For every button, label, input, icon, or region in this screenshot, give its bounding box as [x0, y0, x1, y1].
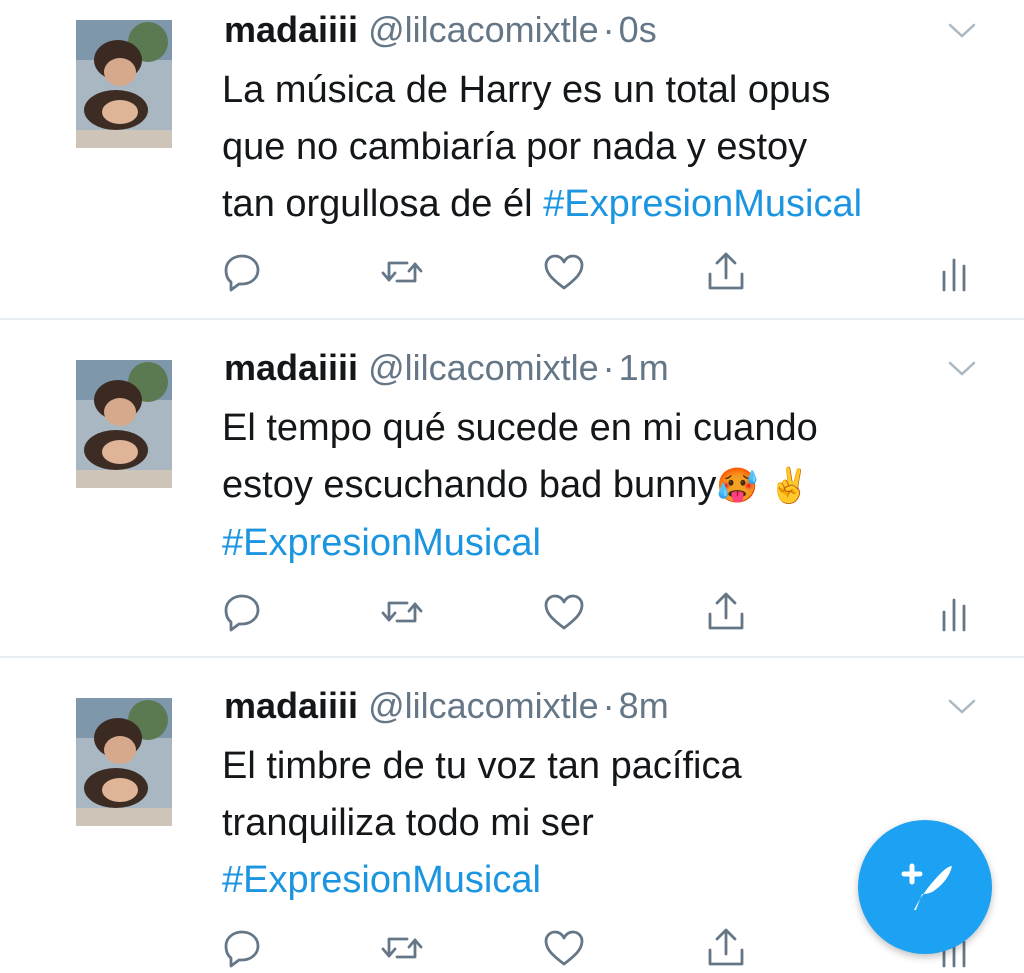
analytics-icon [942, 598, 966, 632]
display-name[interactable]: madaiiii [224, 685, 358, 726]
reply-icon [224, 930, 260, 968]
share-icon [708, 928, 744, 966]
analytics-icon [942, 258, 966, 292]
handle[interactable]: @lilcacomixtle [368, 9, 599, 50]
display-name[interactable]: madaiiii [224, 347, 358, 388]
reply-icon [224, 594, 260, 632]
handle[interactable]: @lilcacomixtle [368, 685, 599, 726]
like-icon [544, 254, 584, 290]
share-icon [708, 592, 744, 630]
timestamp[interactable]: 8m [619, 685, 669, 726]
timestamp[interactable]: 1m [619, 347, 669, 388]
reply-button[interactable] [218, 590, 266, 634]
avatar[interactable] [76, 698, 172, 826]
compose-tweet-icon [901, 863, 952, 910]
retweet-button[interactable] [378, 926, 426, 970]
tweet-actions [218, 590, 978, 634]
tweet-line: La música de Harry es un total opus [222, 69, 831, 111]
timestamp[interactable]: 0s [619, 9, 657, 50]
tweet-text: La música de Harry es un total opus que … [222, 62, 1002, 233]
timeline: madaiiii @lilcacomixtle · 0s La música de … [0, 0, 1024, 973]
tweet-actions [218, 250, 978, 294]
avatar[interactable] [76, 360, 172, 488]
tweet-line-text: tan orgullosa de él [222, 183, 533, 225]
separator: · [602, 347, 615, 388]
tweet-line: estoy escuchando bad bunny🥵 ✌️ [222, 457, 1002, 515]
compose-tweet-button[interactable] [858, 820, 992, 954]
tweet-text: El tempo qué sucede en mi cuando estoy e… [222, 400, 1002, 572]
reply-button[interactable] [218, 926, 266, 970]
like-button[interactable] [540, 926, 588, 970]
retweet-button[interactable] [378, 250, 426, 294]
handle[interactable]: @lilcacomixtle [368, 347, 599, 388]
chevron-down-icon[interactable] [946, 18, 978, 42]
separator: · [602, 9, 615, 50]
tweet-actions [218, 926, 978, 970]
chevron-down-icon[interactable] [946, 694, 978, 718]
tweet-header: madaiiii @lilcacomixtle · 8m [224, 686, 669, 726]
analytics-button[interactable] [930, 590, 978, 634]
emoji: 🥵 ✌️ [716, 467, 811, 505]
reply-button[interactable] [218, 250, 266, 294]
hashtag-link[interactable]: #ExpresionMusical [543, 183, 862, 225]
chevron-down-icon[interactable] [946, 356, 978, 380]
tweet-header: madaiiii @lilcacomixtle · 0s [224, 10, 657, 50]
tweet[interactable]: madaiiii @lilcacomixtle · 0s La música de … [0, 0, 1024, 320]
avatar[interactable] [76, 20, 172, 148]
tweet-header: madaiiii @lilcacomixtle · 1m [224, 348, 669, 388]
retweet-icon [381, 601, 423, 623]
hashtag-link[interactable]: #ExpresionMusical [222, 515, 1002, 572]
display-name[interactable]: madaiiii [224, 9, 358, 50]
tweet-line: El timbre de tu voz tan pacífica [222, 745, 742, 787]
tweet-line: que no cambiaría por nada y estoy [222, 126, 808, 168]
retweet-button[interactable] [378, 590, 426, 634]
like-button[interactable] [540, 590, 588, 634]
retweet-icon [381, 937, 423, 959]
tweet[interactable]: madaiiii @lilcacomixtle · 1m El tempo qué … [0, 320, 1024, 658]
retweet-icon [381, 261, 423, 283]
like-icon [544, 930, 584, 966]
analytics-button[interactable] [930, 250, 978, 294]
reply-icon [224, 254, 260, 292]
like-icon [544, 594, 584, 630]
share-button[interactable] [702, 250, 750, 294]
share-button[interactable] [702, 590, 750, 634]
tweet-line: tan orgullosa de él #ExpresionMusical [222, 176, 1002, 233]
tweet-line-text: estoy escuchando bad bunny [222, 464, 717, 506]
separator: · [602, 685, 615, 726]
share-icon [708, 252, 744, 290]
like-button[interactable] [540, 250, 588, 294]
tweet-line: El tempo qué sucede en mi cuando [222, 407, 818, 449]
share-button[interactable] [702, 926, 750, 970]
